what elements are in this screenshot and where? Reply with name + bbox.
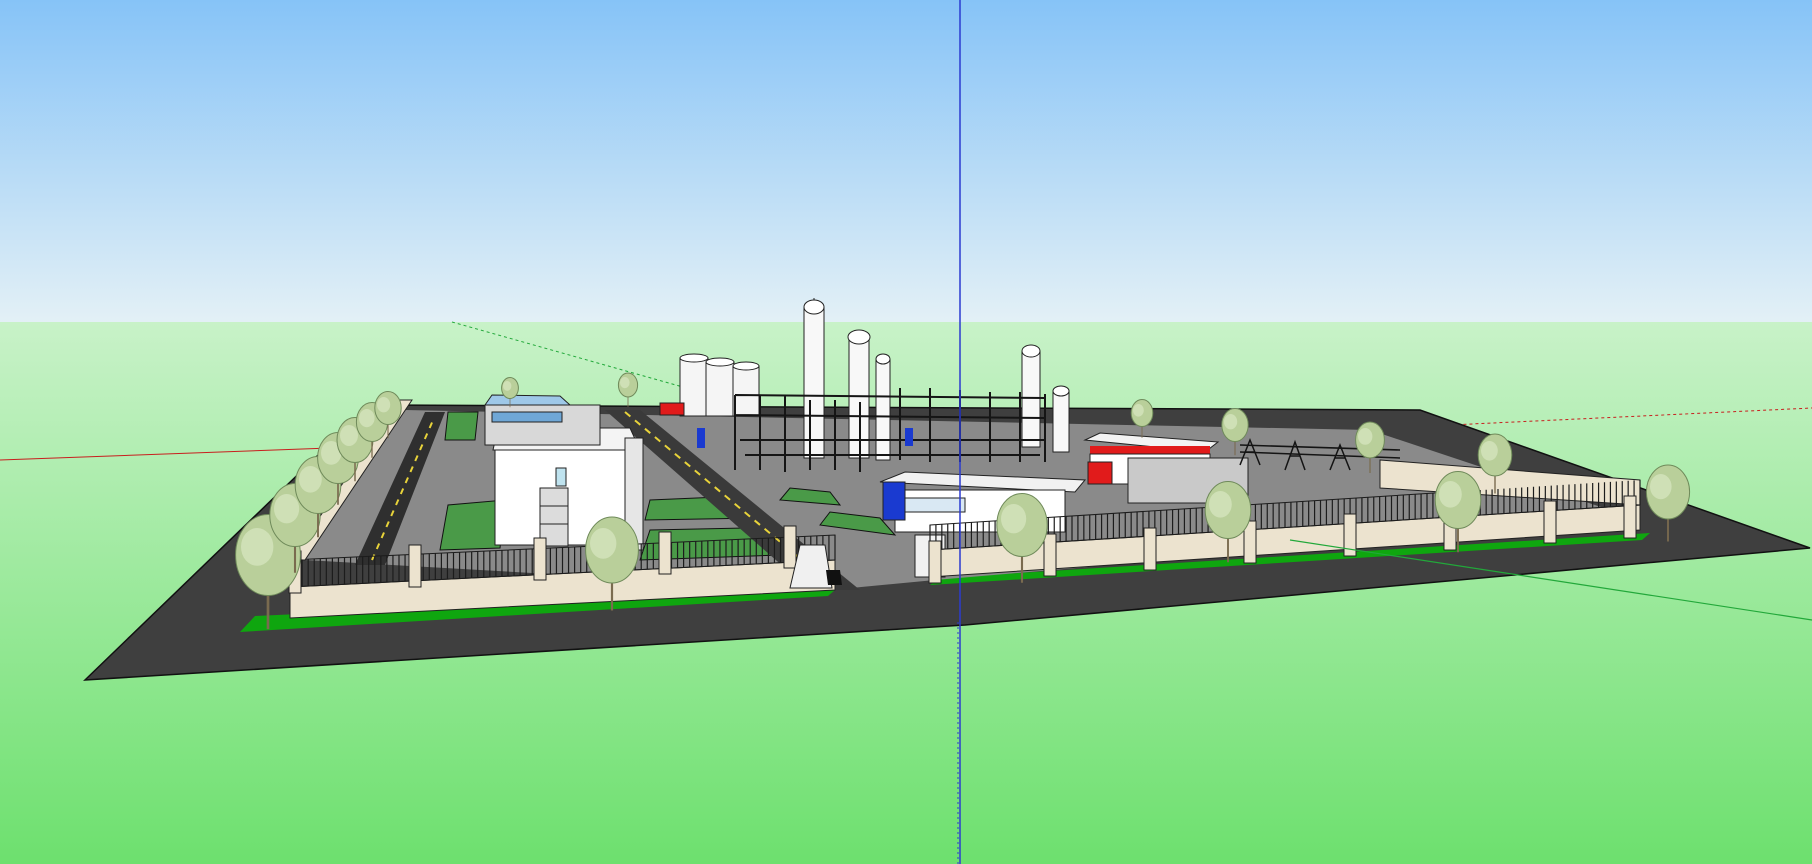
- wall-pillar: [533, 537, 547, 581]
- model-scene[interactable]: [0, 0, 1812, 864]
- gate-sign-post: [826, 570, 842, 585]
- tower-tall-1-cap: [803, 299, 825, 315]
- wall-pillar: [1043, 533, 1057, 577]
- tree-highlight: [377, 397, 391, 413]
- tank-2: [705, 361, 735, 417]
- tree-highlight: [299, 466, 322, 493]
- wall-pillar: [783, 525, 797, 569]
- wall-pillar: [1143, 527, 1157, 571]
- admin-window: [555, 467, 567, 487]
- tree-highlight: [620, 377, 630, 389]
- wall-pillar: [658, 531, 672, 575]
- blue-equipment: [697, 428, 705, 448]
- tower-tall-3-cap: [875, 353, 891, 365]
- sky: [0, 0, 1812, 322]
- control-window: [904, 497, 966, 513]
- tower-tall-3: [875, 359, 891, 461]
- treatment-roof: [484, 394, 572, 406]
- tree-highlight: [1358, 428, 1373, 445]
- treatment-wall: [484, 404, 601, 446]
- tank-2-top: [705, 357, 735, 367]
- red-equipment: [659, 402, 685, 416]
- tree-highlight: [274, 494, 300, 524]
- tree-highlight: [1650, 474, 1672, 500]
- wall-pillar: [1543, 500, 1557, 544]
- tree-highlight: [359, 409, 375, 428]
- tower-tall-2-cap: [847, 329, 871, 345]
- lawn-west-north: [444, 411, 479, 441]
- tower-right-2-cap: [1052, 385, 1070, 397]
- tree-highlight: [503, 381, 512, 391]
- tree-highlight: [590, 528, 617, 559]
- tank-3: [732, 365, 760, 417]
- tree-highlight: [340, 425, 358, 446]
- tree-highlight: [1133, 404, 1144, 417]
- admin-entrance: [539, 487, 569, 547]
- blue-equipment-2: [905, 428, 913, 446]
- red-building-stripe: [1090, 446, 1210, 454]
- wall-pillar: [928, 540, 942, 584]
- control-blue-panel: [882, 481, 906, 521]
- 3d-model-viewport[interactable]: [0, 0, 1812, 864]
- treatment-pool: [491, 411, 563, 423]
- tower-tall-1: [803, 307, 825, 459]
- tree-highlight: [1001, 504, 1027, 534]
- wall-pillar: [1623, 495, 1637, 539]
- red-building-door: [1087, 461, 1113, 485]
- tank-1-top: [679, 353, 709, 363]
- tree-highlight: [1209, 491, 1232, 518]
- tree-highlight: [1439, 481, 1462, 508]
- tree-highlight: [241, 528, 274, 566]
- tree-highlight: [1481, 441, 1498, 461]
- tower-right-1-cap: [1021, 344, 1041, 358]
- tank-3-top: [732, 361, 760, 371]
- wall-pillar: [408, 544, 422, 588]
- tower-right-2: [1052, 391, 1070, 453]
- tree-highlight: [1224, 414, 1238, 430]
- tower-right-1: [1021, 351, 1041, 448]
